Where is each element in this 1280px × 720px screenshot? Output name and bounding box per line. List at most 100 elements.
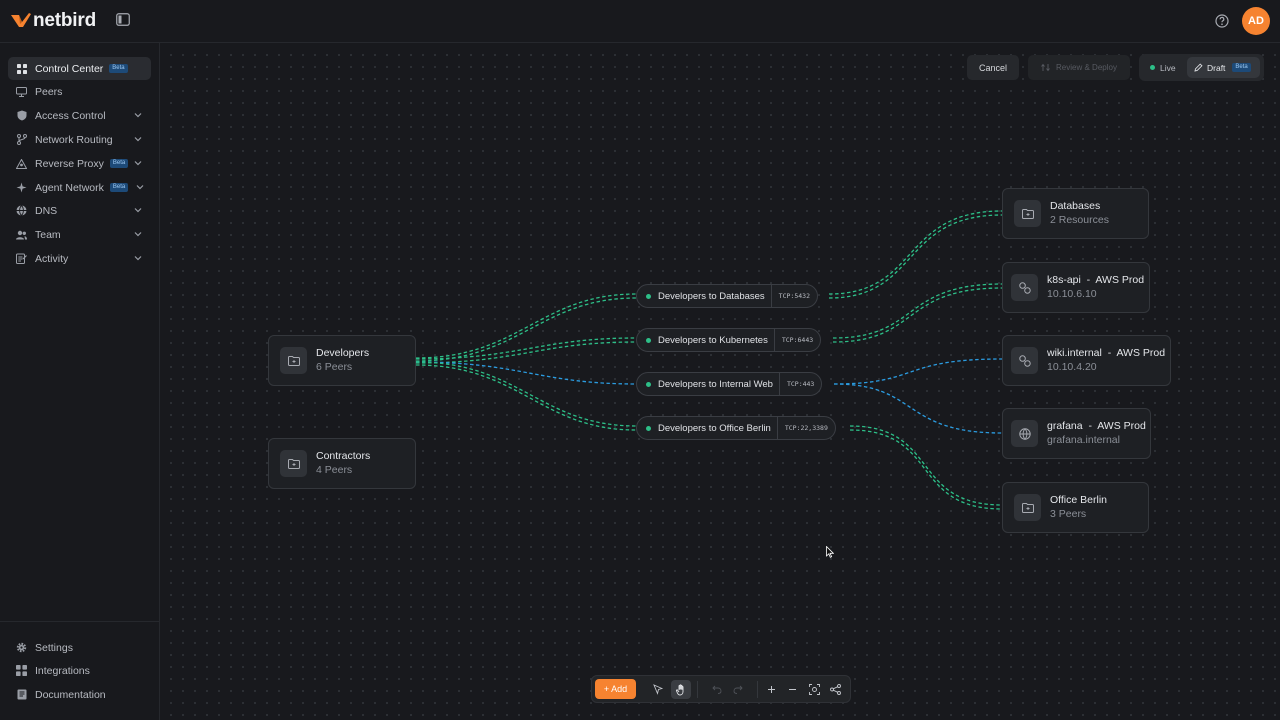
chevron-down-icon [134,232,142,237]
deploy-icon [1041,63,1050,72]
link-icon [1011,274,1038,301]
live-status-dot [1150,65,1155,70]
sidebar-item-agent-network[interactable]: Agent Network Beta [8,176,151,199]
destination-node-k8s-api[interactable]: k8s-api - AWS Prod 10.10.6.10 [1002,262,1150,313]
zoom-in-button[interactable] [761,680,781,699]
node-subtitle: 10.10.4.20 [1047,361,1097,373]
folder-network-icon [280,347,307,374]
globe-icon [1011,420,1038,447]
review-deploy-button[interactable]: Review & Deploy [1028,55,1130,80]
toolbar-divider [697,681,698,698]
sidebar-item-control-center[interactable]: Control Center Beta [8,57,151,80]
policy-developers-to-internal-web[interactable]: Developers to Internal Web TCP:443 [636,372,823,396]
policy-developers-to-office-berlin[interactable]: Developers to Office Berlin TCP:22,3389 [636,416,836,440]
destination-node-databases[interactable]: Databases 2 Resources [1002,188,1149,239]
link-icon [1011,347,1038,374]
status-dot [646,337,651,343]
group-node-contractors[interactable]: Contractors 4 Peers [268,438,416,489]
globe-icon [16,205,27,216]
node-title: Developers [316,347,370,359]
group-node-developers[interactable]: Developers 6 Peers [268,335,416,386]
live-mode-tab[interactable]: Live [1141,57,1187,78]
sidebar-item-reverse-proxy[interactable]: Reverse Proxy Beta [8,152,151,175]
pointer-icon [653,684,663,695]
destination-node-wiki-internal[interactable]: wiki.internal - AWS Prod 10.10.4.20 [1002,335,1171,386]
destination-node-office-berlin[interactable]: Office Berlin 3 Peers [1002,482,1149,533]
sidebar-item-label: Team [35,228,61,241]
top-bar: netbird AD [0,0,1280,43]
policy-developers-to-kubernetes[interactable]: Developers to Kubernetes TCP:6443 [636,328,822,352]
redo-icon [733,685,743,694]
sidebar-item-team[interactable]: Team [8,223,151,246]
draft-mode-tab[interactable]: Draft Beta [1187,57,1260,78]
node-title: Contractors [316,450,371,462]
policy-port: TCP:6443 [773,329,820,351]
add-button[interactable]: + Add [595,679,636,699]
book-icon [16,689,27,700]
sidebar-item-label: Activity [35,252,69,265]
status-dot [646,381,651,387]
sidebar-item-documentation[interactable]: Documentation [8,683,151,706]
chevron-down-icon [134,208,142,213]
mouse-cursor-icon [826,546,834,558]
policy-developers-to-databases[interactable]: Developers to Databases TCP:5432 [636,284,818,308]
activity-icon [16,253,27,264]
beta-badge: Beta [109,159,129,168]
sidebar-item-label: Settings [35,641,73,654]
beta-badge: Beta [1232,63,1251,72]
sidebar-item-label: Integrations [35,664,90,677]
node-title: grafana - AWS Prod [1047,420,1146,432]
sidebar-item-integrations[interactable]: Integrations [8,659,151,682]
user-avatar[interactable]: AD [1242,7,1270,35]
pan-tool-button[interactable] [671,680,691,699]
sidebar-item-label: Access Control [35,109,106,122]
sidebar-item-dns[interactable]: DNS [8,199,151,222]
toolbar-divider [757,681,758,698]
zoom-out-button[interactable] [782,680,802,699]
sidebar: Control Center Beta Peers Access Control… [0,43,160,720]
live-label: Live [1160,62,1176,73]
sidebar-item-label: Reverse Proxy [35,157,104,170]
undo-icon [712,685,722,694]
gear-icon [16,642,27,653]
chevron-down-icon [136,185,144,190]
sidebar-item-activity[interactable]: Activity [8,247,151,270]
sidebar-panel-icon [116,13,130,26]
monitor-icon [16,86,27,97]
folder-network-icon [1014,494,1041,521]
node-subtitle: 6 Peers [316,361,353,373]
select-tool-button[interactable] [648,680,668,699]
chevron-down-icon [134,137,142,142]
netbird-logo[interactable]: netbird [11,10,96,32]
fit-view-button[interactable] [804,680,824,699]
cancel-button[interactable]: Cancel [967,55,1019,80]
logo-text: netbird [33,10,96,31]
folder-network-icon [1014,200,1041,227]
beta-badge: Beta [109,183,129,192]
sidebar-item-access-control[interactable]: Access Control [8,104,151,127]
policy-port: TCP:22,3389 [776,417,835,439]
chevron-down-icon [134,161,142,166]
sparkle-icon [16,182,27,193]
policy-port: TCP:5432 [770,285,817,307]
help-button[interactable] [1215,14,1231,30]
policy-label: Developers to Kubernetes [658,334,768,346]
status-dot [646,425,651,431]
grid-icon [16,63,27,74]
sidebar-item-label: Documentation [35,688,106,701]
auto-layout-button[interactable] [825,680,845,699]
undo-button[interactable] [707,680,727,699]
shield-icon [16,110,27,121]
review-deploy-label: Review & Deploy [1056,63,1117,72]
sidebar-item-peers[interactable]: Peers [8,80,151,103]
proxy-icon [16,158,27,169]
redo-button[interactable] [728,680,748,699]
sidebar-item-label: Peers [35,85,63,98]
node-subtitle: 2 Resources [1050,214,1109,226]
sidebar-toggle-button[interactable] [116,13,133,29]
sidebar-item-settings[interactable]: Settings [8,636,151,659]
node-subtitle: 4 Peers [316,464,353,476]
destination-node-grafana[interactable]: grafana - AWS Prod grafana.internal [1002,408,1151,459]
sidebar-item-network-routing[interactable]: Network Routing [8,128,151,151]
plus-icon [767,686,775,693]
